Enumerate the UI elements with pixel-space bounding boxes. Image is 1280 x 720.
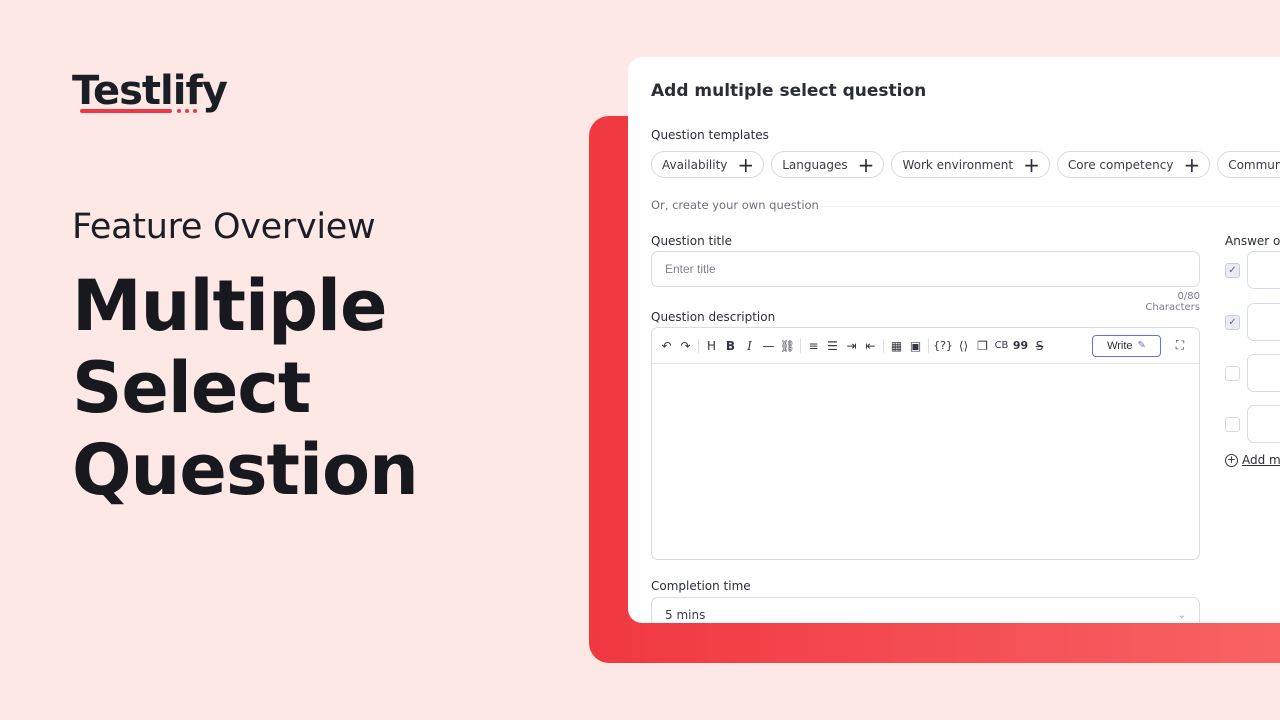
strikethrough-icon[interactable]: S — [1030, 339, 1049, 353]
copy-icon[interactable]: ❐ — [973, 339, 992, 353]
add-more-label: Add mo — [1242, 453, 1280, 467]
ordered-list-icon[interactable]: ≡ — [804, 339, 823, 353]
answer-checkbox[interactable]: ✓ — [1225, 315, 1240, 330]
chip-label: Languages — [782, 157, 848, 172]
headline-line-2: Select — [72, 347, 311, 429]
template-chips: Availability + Languages + Work environm… — [651, 151, 1280, 178]
hero-headline: Multiple Select Question — [72, 265, 419, 511]
chip-label: Core competency — [1067, 157, 1174, 172]
bold-icon[interactable]: B — [721, 339, 740, 353]
templates-label: Question templates — [651, 128, 769, 142]
quote-icon[interactable]: 99 — [1011, 339, 1030, 352]
chip-label: Communication — [1228, 157, 1280, 172]
toolbar-separator — [928, 338, 929, 353]
image-icon[interactable]: ▣ — [906, 339, 925, 353]
editor-toolbar: ↶ ↷ H B I — ⛓ ≡ ☰ ⇥ ⇤ ▦ ▣ {?} ⟨⟩ ❐ CB 99… — [652, 328, 1199, 364]
answer-option-input[interactable] — [1247, 303, 1280, 341]
card-title: Add multiple select question — [651, 81, 927, 101]
answer-checkbox[interactable] — [1225, 366, 1240, 381]
completion-time-select[interactable]: 5 mins ⌄ — [651, 597, 1200, 623]
plus-icon: + — [1183, 152, 1201, 177]
add-question-card: Add multiple select question Question te… — [628, 57, 1280, 623]
template-chip-availability[interactable]: Availability + — [651, 151, 765, 178]
headline-line-1: Multiple — [72, 265, 388, 347]
chevron-down-icon: ⌄ — [1177, 609, 1186, 621]
completion-time-label: Completion time — [651, 579, 751, 593]
feature-overview-label: Feature Overview — [72, 207, 376, 247]
chip-label: Work environment — [902, 157, 1014, 172]
question-description-label: Question description — [651, 310, 776, 324]
redo-icon[interactable]: ↷ — [676, 339, 695, 353]
link-icon[interactable]: ⛓ — [778, 339, 797, 353]
write-button-label: Write — [1107, 339, 1133, 352]
undo-icon[interactable]: ↶ — [657, 339, 676, 353]
heading-icon[interactable]: H — [702, 339, 721, 353]
fullscreen-icon[interactable]: ⛶ — [1167, 338, 1193, 353]
answer-options-label: Answer op — [1225, 234, 1280, 248]
question-title-label: Question title — [651, 234, 732, 248]
headline-line-3: Question — [72, 429, 419, 511]
plus-icon: + — [857, 152, 875, 177]
plus-icon: + — [1023, 152, 1040, 177]
inline-code-icon[interactable]: ⟨⟩ — [954, 339, 973, 353]
indent-icon[interactable]: ⇥ — [842, 339, 861, 353]
completion-time-value: 5 mins — [665, 608, 706, 622]
logo-underline — [80, 109, 172, 113]
character-counter: 0/80 Characters — [1145, 291, 1200, 313]
description-editor: ↶ ↷ H B I — ⛓ ≡ ☰ ⇥ ⇤ ▦ ▣ {?} ⟨⟩ ❐ CB 99… — [651, 327, 1200, 560]
template-chip-languages[interactable]: Languages + — [771, 151, 885, 178]
answer-option-input[interactable] — [1247, 251, 1280, 289]
testlify-logo: Testlify — [72, 68, 228, 114]
template-chip-communication[interactable]: Communication — [1217, 151, 1280, 178]
toolbar-separator — [800, 338, 801, 353]
formula-icon[interactable]: {?} — [932, 339, 954, 352]
question-title-input[interactable] — [651, 251, 1200, 287]
divider — [818, 206, 1280, 207]
write-button[interactable]: Write ✎ — [1092, 334, 1161, 357]
template-chip-work-environment[interactable]: Work environment + — [891, 151, 1050, 178]
pencil-icon: ✎ — [1137, 340, 1146, 351]
horizontal-rule-icon[interactable]: — — [759, 339, 778, 353]
or-create-own-text: Or, create your own question — [651, 198, 819, 212]
logo-dots — [177, 109, 197, 113]
editor-content-area[interactable] — [652, 364, 1199, 559]
outdent-icon[interactable]: ⇤ — [861, 339, 880, 353]
bullet-list-icon[interactable]: ☰ — [823, 339, 842, 353]
code-block-icon[interactable]: CB — [992, 340, 1011, 351]
add-circle-icon: + — [1225, 452, 1238, 467]
answer-checkbox[interactable] — [1225, 417, 1240, 432]
answer-option-input[interactable] — [1247, 354, 1280, 392]
toolbar-separator — [883, 338, 884, 353]
answer-option-input[interactable] — [1247, 405, 1280, 443]
template-chip-core-competency[interactable]: Core competency + — [1056, 151, 1211, 178]
answer-checkbox[interactable]: ✓ — [1225, 263, 1240, 278]
italic-icon[interactable]: I — [740, 339, 759, 353]
chip-label: Availability — [662, 157, 728, 172]
table-icon[interactable]: ▦ — [887, 339, 906, 353]
add-more-options-link[interactable]: + Add mo — [1225, 453, 1280, 467]
plus-icon: + — [737, 152, 755, 177]
toolbar-separator — [698, 338, 699, 353]
